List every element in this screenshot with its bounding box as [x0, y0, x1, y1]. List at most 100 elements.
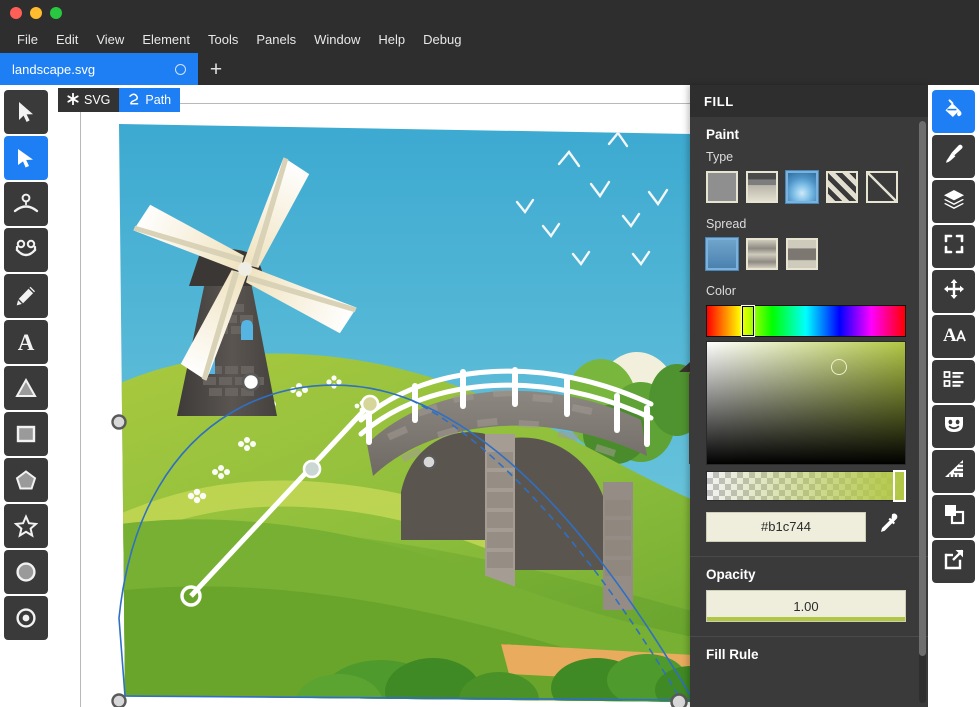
window-titlebar [0, 0, 979, 26]
typography-panel-button[interactable]: A [932, 315, 975, 358]
direct-select-tool[interactable] [4, 136, 48, 180]
hue-slider[interactable] [706, 305, 906, 337]
text-tool[interactable]: A [4, 320, 48, 364]
menu-element[interactable]: Element [133, 29, 199, 50]
font-aa-icon: A [942, 322, 966, 351]
fill-panel-button[interactable] [932, 90, 975, 133]
ruler-triangle-icon [942, 457, 966, 486]
opacity-value: 1.00 [793, 599, 818, 614]
overlapping-squares-icon [942, 502, 966, 531]
document-tab-landscape[interactable]: landscape.svg [0, 53, 198, 85]
paint-type-linear-gradient[interactable] [746, 171, 778, 203]
path-node-bottom-left[interactable] [113, 695, 126, 707]
fill-panel-scrollbar-thumb[interactable] [919, 121, 926, 656]
minimize-window-button[interactable] [30, 7, 42, 19]
select-tool[interactable] [4, 90, 48, 134]
move-arrows-icon [942, 277, 966, 306]
single-node-curve-icon [13, 192, 39, 216]
breadcrumb-label-path: Path [145, 93, 171, 107]
paint-type-flat-color[interactable] [706, 171, 738, 203]
menu-debug[interactable]: Debug [414, 29, 470, 50]
ring-tool[interactable] [4, 596, 48, 640]
triangle-icon [14, 376, 38, 400]
menu-file[interactable]: File [8, 29, 47, 50]
artboard[interactable] [80, 103, 700, 707]
list-details-icon [942, 367, 966, 396]
svg-text:A: A [943, 325, 957, 346]
spread-pad[interactable] [706, 238, 738, 270]
menu-panels[interactable]: Panels [247, 29, 305, 50]
saturation-value-area[interactable] [706, 341, 906, 465]
arrange-panel-button[interactable] [932, 495, 975, 538]
hex-row: #b1c744 [706, 511, 913, 542]
path-node-bottom-right[interactable] [672, 695, 687, 707]
menu-help[interactable]: Help [369, 29, 414, 50]
measure-panel-button[interactable] [932, 450, 975, 493]
alpha-slider[interactable] [706, 471, 906, 501]
artwork-content [81, 104, 699, 707]
hue-slider-thumb[interactable] [741, 305, 755, 337]
menu-view[interactable]: View [87, 29, 133, 50]
path-node-top[interactable] [243, 374, 259, 390]
gradient-end-handle[interactable] [362, 396, 378, 412]
paint-type-label: Type [706, 150, 913, 164]
window-controls [10, 7, 62, 19]
application-window: File Edit View Element Tools Panels Wind… [0, 0, 979, 707]
paint-color-label: Color [706, 284, 913, 298]
pencil-tool[interactable] [4, 274, 48, 318]
rectangle-tool[interactable] [4, 412, 48, 456]
path-node-left[interactable] [113, 416, 126, 429]
menu-edit[interactable]: Edit [47, 29, 87, 50]
gradient-mid-handle[interactable] [304, 461, 320, 477]
export-panel-button[interactable] [932, 540, 975, 583]
fill-panel-scrollbar[interactable] [919, 121, 926, 703]
alpha-slider-thumb[interactable] [893, 470, 906, 502]
transform-panel-button[interactable] [932, 270, 975, 313]
tab-label: landscape.svg [12, 62, 175, 77]
paint-type-none[interactable] [866, 171, 898, 203]
new-tab-button[interactable]: + [198, 53, 234, 85]
polygon-tool[interactable] [4, 458, 48, 502]
eyedropper-icon[interactable] [876, 511, 902, 542]
circle-tool[interactable] [4, 550, 48, 594]
dual-node-tool[interactable] [4, 228, 48, 272]
breadcrumb: SVG Path [58, 88, 180, 112]
breadcrumb-item-path[interactable]: Path [119, 88, 180, 112]
fill-panel: FILL Paint Type Spread [690, 85, 929, 707]
spread-reflect[interactable] [746, 238, 778, 270]
close-window-button[interactable] [10, 7, 22, 19]
canvas-panel-button[interactable] [932, 225, 975, 268]
paint-type-pattern[interactable] [826, 171, 858, 203]
menu-tools[interactable]: Tools [199, 29, 247, 50]
star-tool[interactable] [4, 504, 48, 548]
layers-panel-button[interactable] [932, 180, 975, 223]
stroke-panel-button[interactable] [932, 135, 975, 178]
menu-window[interactable]: Window [305, 29, 369, 50]
paintbrush-icon [942, 142, 966, 171]
unsaved-circle-icon[interactable] [175, 64, 186, 75]
pencil-icon [14, 284, 38, 308]
path-node-right[interactable] [423, 456, 436, 469]
star-icon [14, 514, 38, 538]
triangle-tool[interactable] [4, 366, 48, 410]
properties-panel-button[interactable] [932, 360, 975, 403]
landscape-artwork[interactable] [81, 104, 699, 707]
fill-panel-header: FILL [690, 85, 929, 117]
saturation-value-thumb[interactable] [831, 359, 847, 375]
breadcrumb-item-svg[interactable]: SVG [58, 88, 119, 112]
paint-spread-swatches [706, 238, 913, 270]
paint-spread-label: Spread [706, 217, 913, 231]
node-tool[interactable] [4, 182, 48, 226]
maximize-window-button[interactable] [50, 7, 62, 19]
effects-panel-button[interactable] [932, 405, 975, 448]
breadcrumb-label-svg: SVG [84, 93, 110, 107]
paint-section: Paint Type Spread Color [690, 117, 929, 557]
theater-mask-icon [942, 412, 966, 441]
fill-rule-section-title: Fill Rule [690, 637, 929, 662]
dual-node-curve-icon [13, 238, 39, 262]
hex-color-input[interactable]: #b1c744 [706, 512, 866, 542]
opacity-section-title: Opacity [706, 567, 913, 582]
opacity-input[interactable]: 1.00 [706, 590, 906, 622]
paint-type-radial-gradient[interactable] [786, 171, 818, 203]
spread-repeat[interactable] [786, 238, 818, 270]
